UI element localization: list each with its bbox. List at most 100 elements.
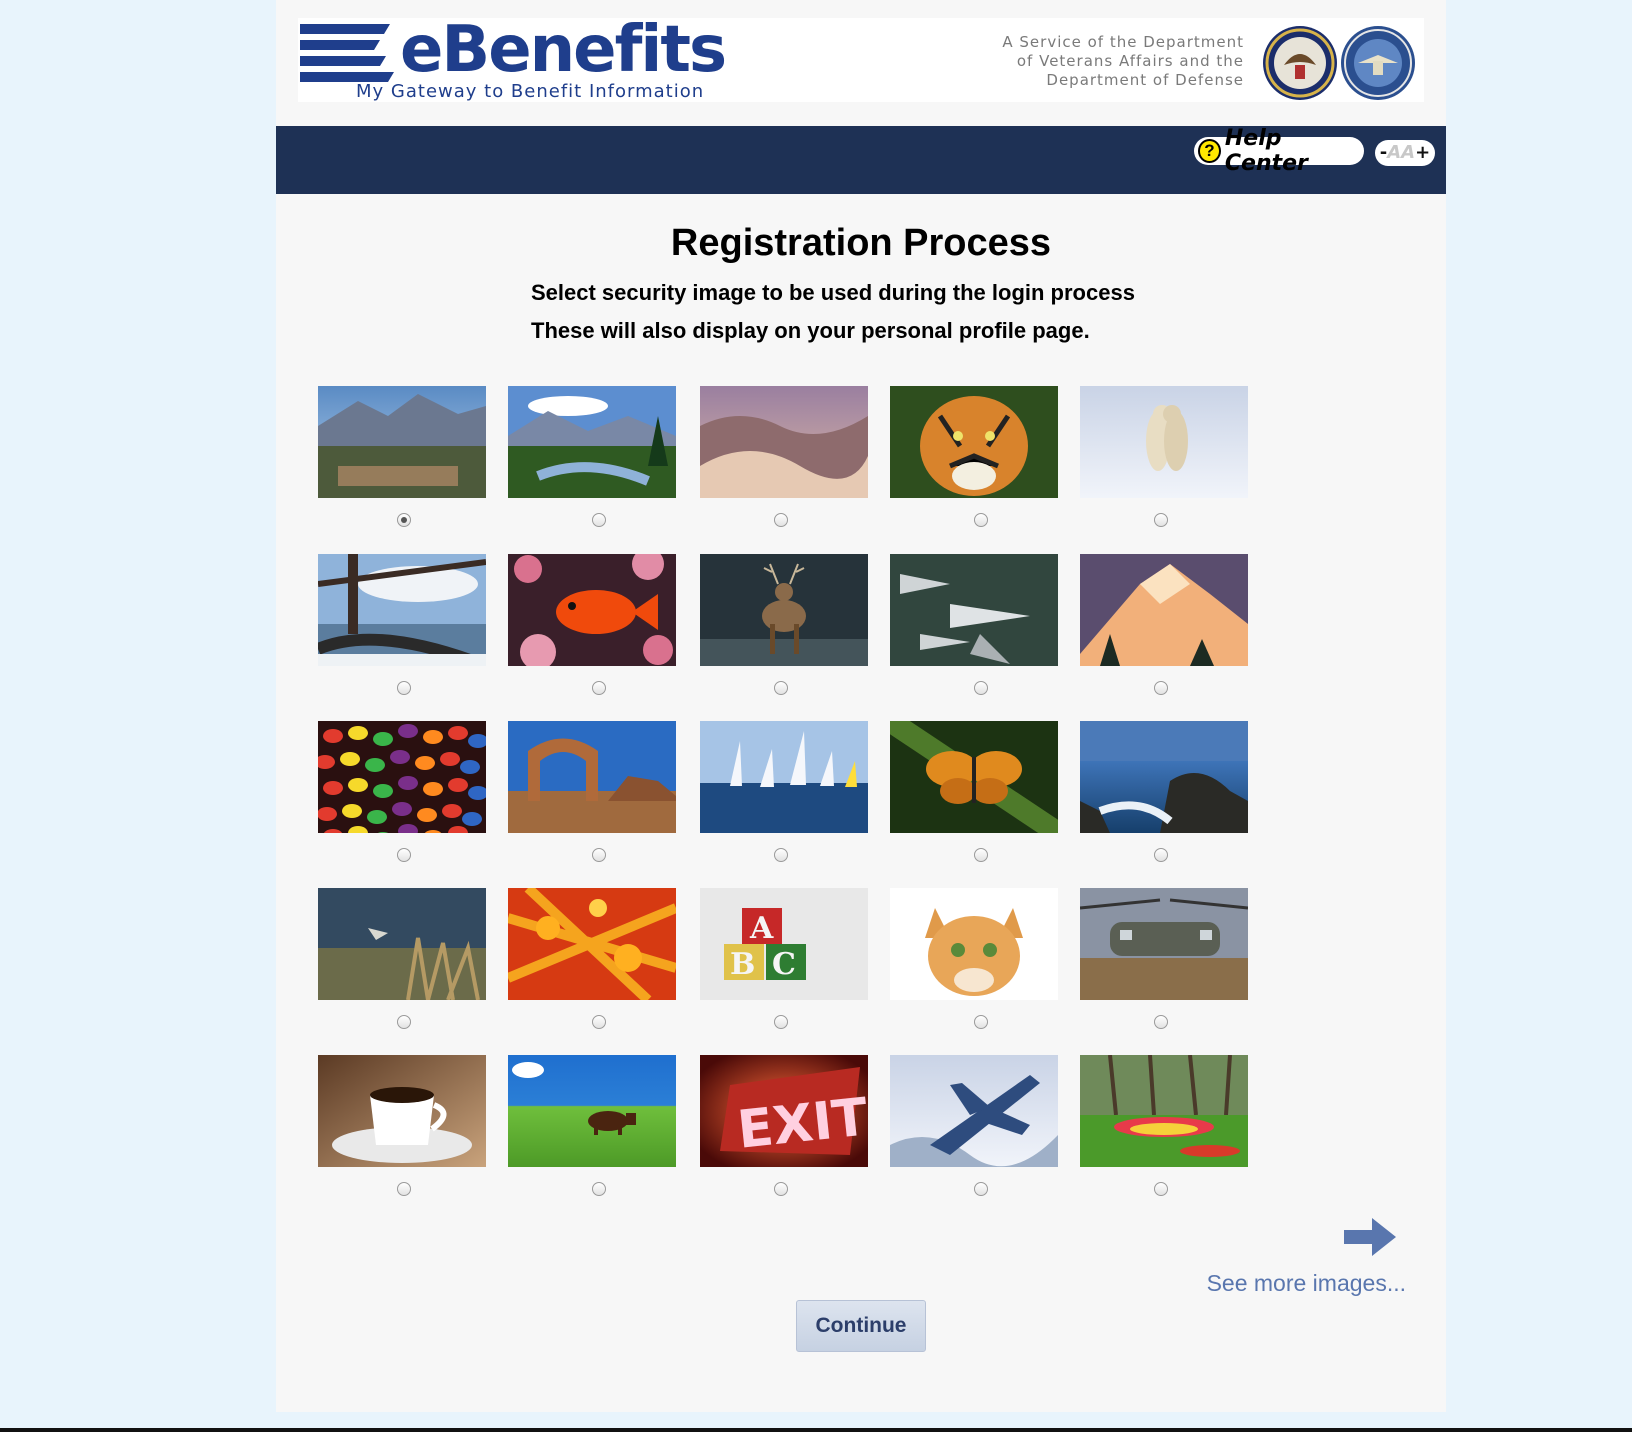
sailboats-image[interactable] <box>700 721 868 833</box>
security-image-radio[interactable] <box>774 681 788 695</box>
golden-gate-bridge-image[interactable] <box>318 554 486 666</box>
security-image-radio[interactable] <box>974 1015 988 1029</box>
security-image-radio[interactable] <box>1154 1015 1168 1029</box>
helicopter-image[interactable] <box>1080 888 1248 1000</box>
security-image-option[interactable] <box>1080 554 1248 695</box>
security-image-radio[interactable] <box>1154 848 1168 862</box>
ebenefits-logo[interactable]: eBenefits My Gateway to Benefit Informat… <box>300 14 727 102</box>
security-image-option[interactable]: ABC <box>700 888 868 1029</box>
security-image-radio[interactable] <box>974 1182 988 1196</box>
font-aa-label: AA <box>1387 142 1416 163</box>
deer-image[interactable] <box>700 554 868 666</box>
security-image-radio[interactable] <box>397 848 411 862</box>
security-image-option[interactable] <box>890 554 1058 695</box>
security-image-radio[interactable] <box>1154 513 1168 527</box>
security-image-option[interactable] <box>508 888 676 1029</box>
help-center-button[interactable]: ? Help Center <box>1194 126 1364 176</box>
security-image-radio[interactable] <box>774 848 788 862</box>
security-image-radio[interactable] <box>397 681 411 695</box>
security-image-option[interactable] <box>890 888 1058 1029</box>
rocky-coast-image[interactable] <box>1080 721 1248 833</box>
right-arrow-icon[interactable] <box>1344 1216 1396 1258</box>
security-image-option[interactable] <box>700 554 868 695</box>
cow-field-image[interactable] <box>508 1055 676 1167</box>
red-fish-image[interactable] <box>508 554 676 666</box>
security-image-option[interactable] <box>1080 386 1248 527</box>
coffee-cup-image[interactable] <box>318 1055 486 1167</box>
exit-sign-image[interactable]: EXIT <box>700 1055 868 1167</box>
security-image-radio[interactable] <box>1154 681 1168 695</box>
logo-wordmark: eBenefits <box>400 13 727 87</box>
see-more-images-link[interactable]: See more images... <box>1206 1270 1406 1297</box>
security-image-option[interactable] <box>318 721 486 862</box>
security-image-radio[interactable] <box>774 513 788 527</box>
security-image-radio[interactable] <box>774 1015 788 1029</box>
security-image-radio[interactable] <box>397 1015 411 1029</box>
security-image-option[interactable] <box>508 1055 676 1196</box>
security-image-radio[interactable] <box>397 513 411 527</box>
security-image-option[interactable] <box>318 386 486 527</box>
security-image-option[interactable] <box>700 386 868 527</box>
desert-dunes-image[interactable] <box>700 386 868 498</box>
tiger-image[interactable] <box>890 386 1058 498</box>
security-image-radio[interactable] <box>1154 1182 1168 1196</box>
va-seal-icon <box>1263 26 1337 100</box>
security-image-radio[interactable] <box>592 1015 606 1029</box>
security-image-radio[interactable] <box>397 1182 411 1196</box>
service-text: A Service of the Department of Veterans … <box>1002 33 1244 89</box>
security-image-radio[interactable] <box>974 848 988 862</box>
security-image-option[interactable] <box>508 721 676 862</box>
navigation-bar: ? Help Center -AA+ <box>276 126 1446 194</box>
jelly-beans-image[interactable] <box>318 721 486 833</box>
bird-marsh-image[interactable] <box>318 888 486 1000</box>
profile-note-text: These will also display on your personal… <box>531 318 1090 343</box>
mountain-town-image[interactable] <box>318 386 486 498</box>
security-image-option[interactable] <box>508 554 676 695</box>
help-center-label: Help Center <box>1224 126 1308 176</box>
font-increase-label: + <box>1415 142 1431 163</box>
security-image-option[interactable]: EXIT <box>700 1055 868 1196</box>
jet-snow-image[interactable] <box>890 1055 1058 1167</box>
tulip-garden-image[interactable] <box>1080 1055 1248 1167</box>
page-container: eBenefits My Gateway to Benefit Informat… <box>276 0 1446 1412</box>
security-image-radio[interactable] <box>592 848 606 862</box>
polar-bears-image[interactable] <box>1080 386 1248 498</box>
security-image-option[interactable] <box>318 554 486 695</box>
security-image-option[interactable] <box>890 721 1058 862</box>
mountain-stream-image[interactable] <box>508 386 676 498</box>
security-image-option[interactable] <box>318 888 486 1029</box>
svg-text:A: A <box>749 911 774 946</box>
question-circle-icon: ? <box>1198 139 1221 163</box>
security-image-option[interactable] <box>890 386 1058 527</box>
dod-seal-icon <box>1341 26 1415 100</box>
fighter-jets-image[interactable] <box>890 554 1058 666</box>
butterfly-image[interactable] <box>890 721 1058 833</box>
desert-arch-image[interactable] <box>508 721 676 833</box>
security-image-radio[interactable] <box>592 681 606 695</box>
logo-stripes-icon <box>300 24 394 82</box>
security-image-option[interactable] <box>1080 721 1248 862</box>
svg-text:C: C <box>772 947 796 982</box>
security-image-radio[interactable] <box>974 681 988 695</box>
site-header: eBenefits My Gateway to Benefit Informat… <box>298 14 1424 102</box>
security-image-radio[interactable] <box>974 513 988 527</box>
security-image-radio[interactable] <box>592 513 606 527</box>
security-image-option[interactable] <box>508 386 676 527</box>
security-image-option[interactable] <box>1080 888 1248 1029</box>
window-bottom-edge <box>0 1428 1632 1432</box>
kitten-image[interactable] <box>890 888 1058 1000</box>
font-size-toggle[interactable]: -AA+ <box>1375 140 1435 166</box>
security-image-option[interactable] <box>890 1055 1058 1196</box>
continue-button[interactable]: Continue <box>796 1300 926 1352</box>
security-image-radio[interactable] <box>592 1182 606 1196</box>
security-image-option[interactable] <box>1080 1055 1248 1196</box>
security-image-radio[interactable] <box>774 1182 788 1196</box>
page-title: Registration Process <box>670 222 1052 264</box>
security-image-option[interactable] <box>318 1055 486 1196</box>
abc-blocks-image[interactable]: AB C <box>700 888 868 1000</box>
logo-tagline: My Gateway to Benefit Information <box>356 81 705 102</box>
security-image-option[interactable] <box>700 721 868 862</box>
autumn-leaves-image[interactable] <box>508 888 676 1000</box>
snowy-peak-image[interactable] <box>1080 554 1248 666</box>
svg-text:B: B <box>730 947 755 982</box>
